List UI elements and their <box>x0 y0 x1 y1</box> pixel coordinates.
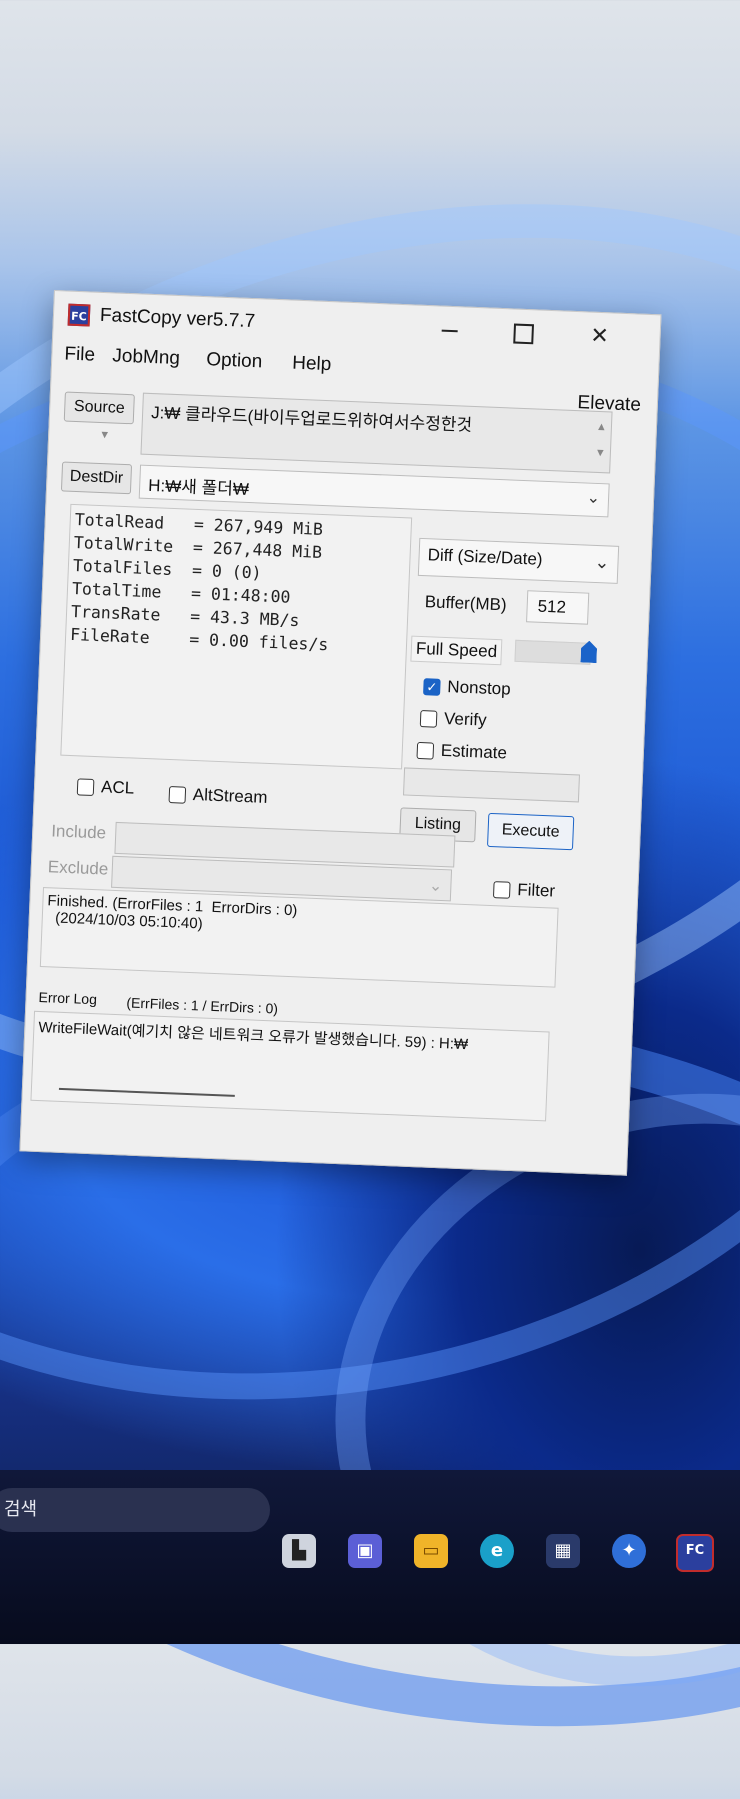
nonstop-checkbox[interactable]: ✓ <box>423 678 441 696</box>
verify-checkbox[interactable] <box>419 710 438 728</box>
source-dropdown-icon[interactable]: ▼ <box>99 429 110 441</box>
error-log-box[interactable]: WriteFileWait(예기치 않은 네트워크 오류가 발생했습니다. 59… <box>30 1010 550 1122</box>
estimate-checkbox[interactable] <box>416 741 435 760</box>
minimize-icon <box>441 329 458 333</box>
chevron-down-icon: ⌄ <box>594 551 610 573</box>
error-log-label: Error Log <box>38 988 98 1008</box>
verify-label: Verify <box>443 709 487 730</box>
filter-label: Filter <box>516 880 556 901</box>
scroll-down-icon[interactable]: ▼ <box>595 447 606 459</box>
edge-browser-icon[interactable]: e <box>480 1534 514 1568</box>
altstream-label: AltStream <box>192 784 268 807</box>
error-log-counts: (ErrFiles : 1 / ErrDirs : 0) <box>126 994 279 1017</box>
fastcopy-window: FC FastCopy ver5.7.7 ✕ File JobMng Optio… <box>19 290 662 1176</box>
close-button[interactable]: ✕ <box>575 318 624 354</box>
task-view-icon[interactable]: ▙ <box>282 1534 316 1568</box>
source-path-text: J:₩ 클라우드(바이두업로드위하여서수정한것 <box>150 403 473 435</box>
store-icon[interactable]: ▦ <box>546 1534 580 1568</box>
source-button[interactable]: Source <box>63 391 135 425</box>
scroll-up-icon[interactable]: ▲ <box>596 421 607 433</box>
buffer-input[interactable]: 512 <box>526 590 590 625</box>
copilot-icon[interactable]: ✦ <box>612 1534 646 1568</box>
window-title: FastCopy ver5.7.7 <box>99 304 256 333</box>
copy-mode-value: Diff (Size/Date) <box>427 545 543 569</box>
maximize-button[interactable] <box>499 315 548 351</box>
file-explorer-icon[interactable]: ▭ <box>414 1534 448 1568</box>
source-path-field[interactable]: J:₩ 클라우드(바이두업로드위하여서수정한것 <box>140 392 613 474</box>
speed-label: Full Speed <box>410 635 503 666</box>
buffer-label: Buffer(MB) <box>424 592 507 615</box>
exclude-label: Exclude <box>47 857 109 879</box>
chevron-down-icon: ⌄ <box>428 877 443 896</box>
minimize-button[interactable] <box>425 312 474 348</box>
menu-jobmng[interactable]: JobMng <box>112 345 180 370</box>
chat-icon[interactable]: ▣ <box>348 1534 382 1568</box>
altstream-checkbox[interactable] <box>168 786 187 804</box>
stats-panel: TotalRead = 267,949 MiB TotalWrite = 267,… <box>60 503 413 770</box>
acl-label: ACL <box>100 777 135 798</box>
acl-checkbox[interactable] <box>76 778 95 797</box>
include-label: Include <box>50 821 107 843</box>
nonstop-label: Nonstop <box>447 677 512 699</box>
status-box: Finished. (ErrorFiles : 1 ErrorDirs : 0)… <box>39 887 559 988</box>
fastcopy-app-icon: FC <box>67 303 91 327</box>
destdir-button[interactable]: DestDir <box>60 461 133 495</box>
filter-checkbox[interactable] <box>492 881 511 899</box>
buffer-value: 512 <box>537 596 567 617</box>
taskbar-search-box[interactable]: 검색 <box>0 1488 270 1532</box>
error-log-message: WriteFileWait(예기치 않은 네트워크 오류가 발생했습니다. 59… <box>38 1018 469 1054</box>
menu-help[interactable]: Help <box>292 353 332 377</box>
menu-option[interactable]: Option <box>206 349 263 373</box>
menu-file[interactable]: File <box>64 343 95 366</box>
chevron-down-icon[interactable]: ⌄ <box>586 488 600 509</box>
maximize-icon <box>513 323 535 345</box>
execute-button[interactable]: Execute <box>487 812 575 851</box>
speed-slider[interactable] <box>514 639 592 665</box>
estimate-label: Estimate <box>440 740 508 763</box>
fastcopy-taskbar-icon[interactable]: FC <box>676 1534 714 1572</box>
copy-mode-select[interactable]: Diff (Size/Date) ⌄ <box>417 537 620 584</box>
search-placeholder: 검색 <box>4 1499 38 1520</box>
progress-field <box>402 767 580 803</box>
destdir-path-text: H:₩새 폴더₩ <box>147 475 250 499</box>
